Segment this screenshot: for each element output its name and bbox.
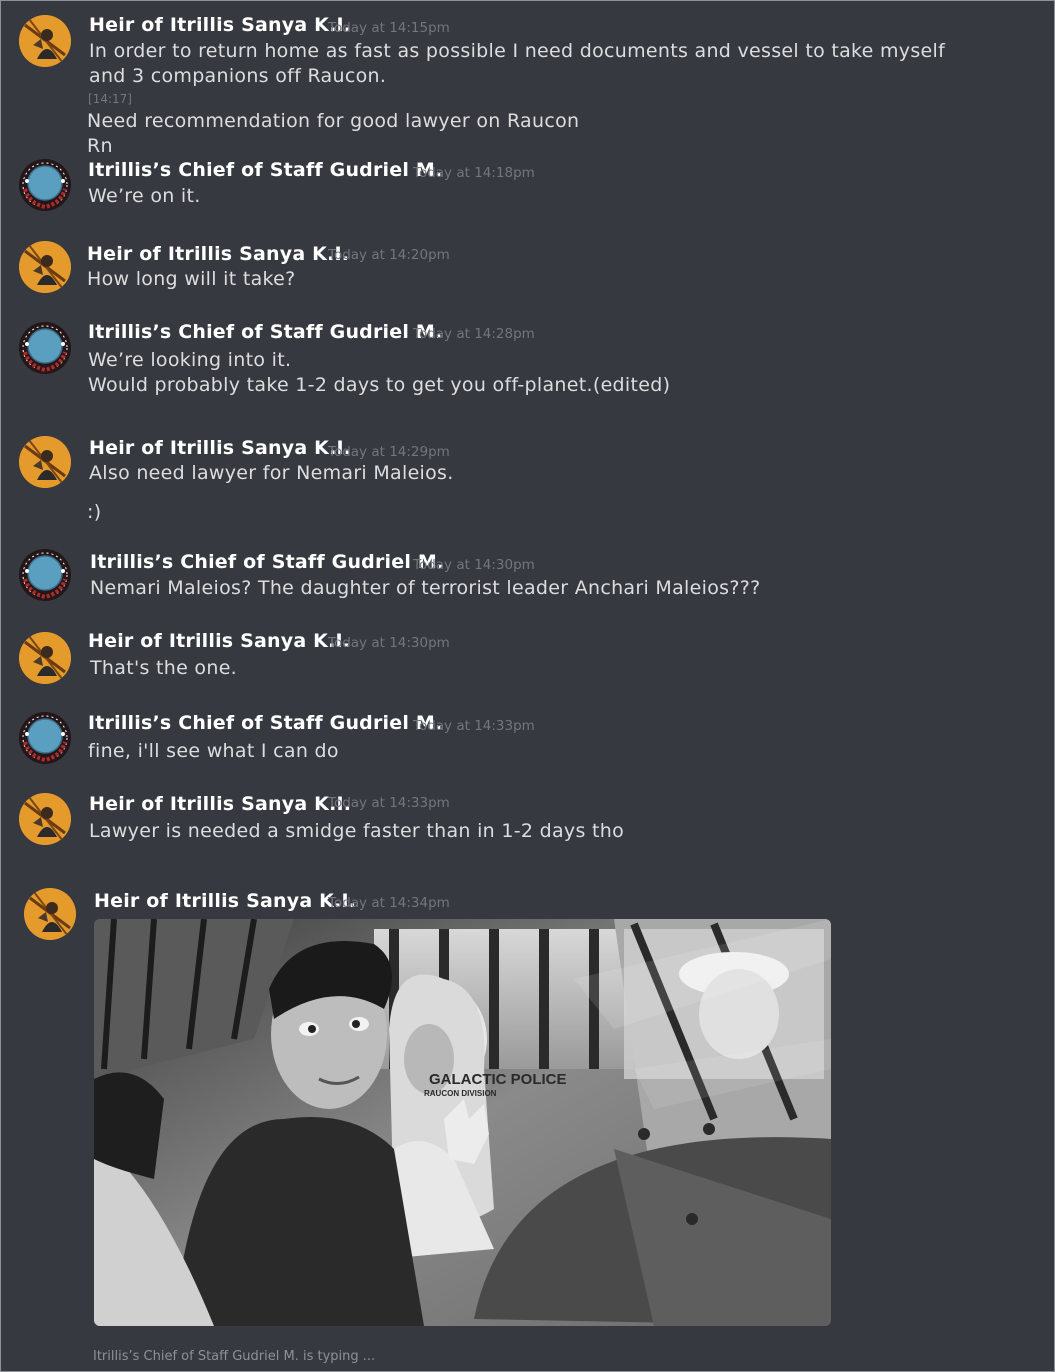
message-text: Also need lawyer for Nemari Maleios.	[89, 462, 454, 484]
user-avatar-icon	[19, 793, 71, 845]
avatar[interactable]	[19, 632, 71, 684]
crest-avatar-icon	[19, 712, 71, 764]
author-name[interactable]: Heir of Itrillis Sanya K.I.	[88, 630, 350, 652]
message-text: :)	[87, 501, 102, 523]
message-timestamp: Today at 14:34pm	[328, 895, 450, 911]
crest-avatar-icon	[19, 159, 71, 211]
message-timestamp: Today at 14:30pm	[413, 557, 535, 573]
message-text: Rn	[87, 135, 113, 157]
user-avatar-icon	[19, 436, 71, 488]
avatar[interactable]	[19, 322, 71, 374]
message-timestamp: Today at 14:20pm	[328, 247, 450, 263]
user-avatar-icon	[24, 888, 76, 940]
avatar[interactable]	[19, 712, 71, 764]
avatar[interactable]	[19, 793, 71, 845]
message-timestamp: Today at 14:15pm	[328, 20, 450, 36]
message-timestamp: Today at 14:18pm	[413, 165, 535, 181]
message-text: fine, i'll see what I can do	[88, 740, 339, 762]
author-name[interactable]: Heir of Itrillis Sanya K.I.	[89, 793, 351, 815]
avatar[interactable]	[24, 888, 76, 940]
message-text: We’re on it.	[88, 185, 201, 207]
message-text: We’re looking into it.	[88, 349, 292, 371]
author-name[interactable]: Itrillis’s Chief of Staff Gudriel M.	[88, 712, 442, 734]
crest-avatar-icon	[19, 322, 71, 374]
message-text: and 3 companions off Raucon.	[89, 65, 387, 87]
author-name[interactable]: Itrillis’s Chief of Staff Gudriel M.	[90, 551, 444, 573]
message-timestamp: Today at 14:33pm	[328, 795, 450, 811]
typing-indicator: Itrillis’s Chief of Staff Gudriel M. is …	[93, 1349, 376, 1364]
avatar[interactable]	[19, 436, 71, 488]
user-avatar-icon	[19, 632, 71, 684]
avatar[interactable]	[19, 15, 71, 67]
author-name[interactable]: Heir of Itrillis Sanya K.I.	[94, 890, 356, 912]
author-name[interactable]: Itrillis’s Chief of Staff Gudriel M.	[88, 159, 442, 181]
author-name[interactable]: Heir of Itrillis Sanya K.I.	[89, 14, 351, 36]
user-avatar-icon	[19, 15, 71, 67]
message-text: Nemari Maleios? The daughter of terroris…	[90, 577, 761, 599]
message-text: Would probably take 1-2 days to get you …	[88, 374, 671, 396]
message-text: How long will it take?	[87, 268, 296, 290]
author-name[interactable]: Heir of Itrillis Sanya K.I.	[87, 243, 349, 265]
message-text: Lawyer is needed a smidge faster than in…	[89, 820, 625, 842]
message-text: That's the one.	[90, 657, 238, 679]
avatar[interactable]	[19, 549, 71, 601]
author-name[interactable]: Heir of Itrillis Sanya K.I.	[89, 437, 351, 459]
message-timestamp: Today at 14:33pm	[413, 718, 535, 734]
avatar[interactable]	[19, 159, 71, 211]
avatar[interactable]	[19, 241, 71, 293]
message-timestamp: Today at 14:28pm	[413, 326, 535, 342]
inline-timestamp: [14:17]	[88, 92, 132, 106]
message-timestamp: Today at 14:30pm	[328, 635, 450, 651]
message-text: Need recommendation for good lawyer on R…	[87, 110, 580, 132]
sign-text: GALACTIC POLICE	[429, 1071, 567, 1088]
image-attachment-icon: GALACTIC POLICE RAUCON DIVISION	[94, 919, 831, 1326]
crest-avatar-icon	[19, 549, 71, 601]
image-attachment[interactable]: GALACTIC POLICE RAUCON DIVISION	[94, 919, 831, 1326]
sign-text: RAUCON DIVISION	[424, 1089, 497, 1098]
user-avatar-icon	[19, 241, 71, 293]
author-name[interactable]: Itrillis’s Chief of Staff Gudriel M.	[88, 321, 442, 343]
message-text: In order to return home as fast as possi…	[89, 40, 946, 62]
message-timestamp: Today at 14:29pm	[328, 444, 450, 460]
